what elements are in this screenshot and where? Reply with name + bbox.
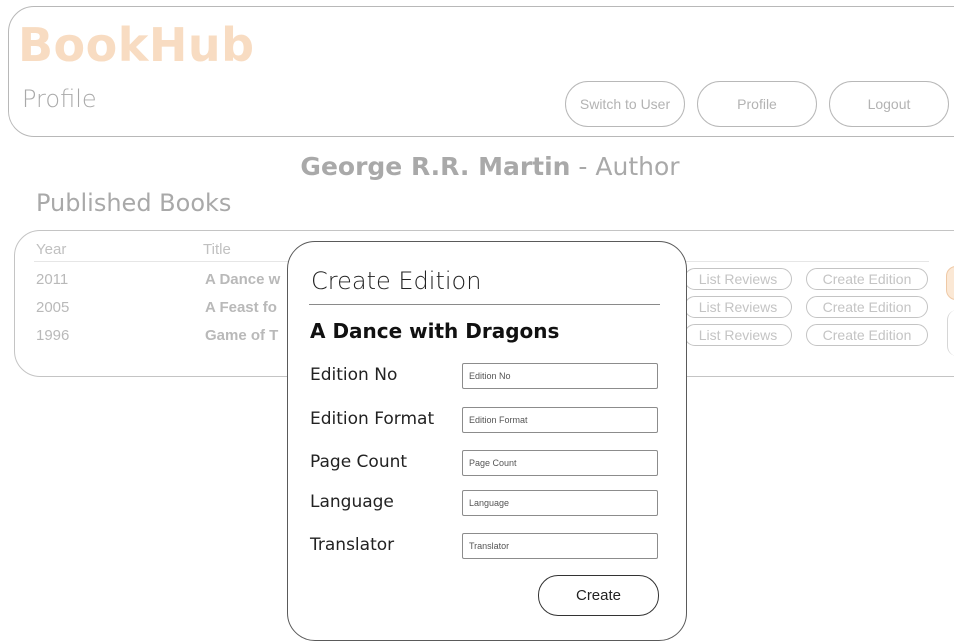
modal-divider [309, 304, 660, 305]
edition-no-label: Edition No [310, 365, 398, 385]
table-row-title[interactable]: A Dance w [205, 271, 280, 288]
edition-format-input[interactable] [462, 407, 658, 433]
list-reviews-button[interactable]: List Reviews [684, 296, 792, 318]
create-edition-button[interactable]: Create Edition [806, 296, 928, 318]
create-edition-button[interactable]: Create Edition [806, 324, 928, 346]
page-count-input[interactable] [462, 450, 658, 476]
column-header-title: Title [203, 241, 231, 258]
author-role: - Author [570, 152, 680, 181]
page-count-label: Page Count [310, 452, 408, 472]
table-row-title[interactable]: A Feast fo [205, 299, 277, 316]
create-button[interactable]: Create [538, 575, 659, 616]
column-header-year: Year [36, 241, 67, 258]
list-reviews-button[interactable]: List Reviews [684, 324, 792, 346]
row-action-button[interactable] [947, 310, 954, 356]
row-action-button[interactable] [946, 266, 954, 300]
author-heading: George R.R. Martin - Author [0, 152, 954, 181]
modal-title: Create Edition [311, 267, 482, 295]
edition-format-label: Edition Format [310, 409, 435, 429]
author-name: George R.R. Martin [300, 152, 571, 181]
edition-no-input[interactable] [462, 363, 658, 389]
logout-button[interactable]: Logout [829, 81, 949, 127]
table-row-year: 1996 [36, 327, 70, 344]
create-edition-button[interactable]: Create Edition [806, 268, 928, 290]
published-books-title: Published Books [36, 189, 232, 217]
list-reviews-button[interactable]: List Reviews [684, 268, 792, 290]
page-title: Profile [22, 85, 97, 113]
profile-button[interactable]: Profile [697, 81, 817, 127]
table-row-year: 2011 [36, 271, 69, 288]
modal-book-title: A Dance with Dragons [310, 319, 560, 343]
language-input[interactable] [462, 490, 658, 516]
table-row-year: 2005 [36, 299, 70, 316]
brand-logo: BookHub [18, 18, 255, 72]
language-label: Language [310, 492, 394, 512]
switch-to-user-button[interactable]: Switch to User [565, 81, 685, 127]
translator-input[interactable] [462, 533, 658, 559]
table-row-title[interactable]: Game of T [205, 327, 278, 344]
translator-label: Translator [310, 535, 395, 555]
